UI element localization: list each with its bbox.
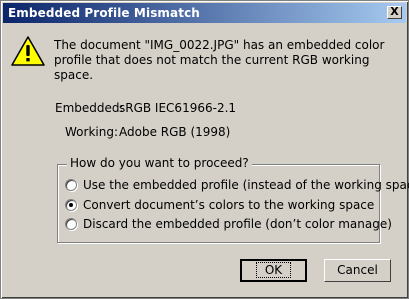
radio-discard[interactable] <box>65 218 77 230</box>
close-button[interactable]: X <box>387 6 402 19</box>
option-use-embedded[interactable]: Use the embedded profile (instead of the… <box>65 177 409 193</box>
mismatch-message: The document "IMG_0022.JPG" has an embed… <box>54 38 385 82</box>
option-convert-label: Convert document’s colors to the working… <box>83 198 375 212</box>
option-discard[interactable]: Discard the embedded profile (don’t colo… <box>65 216 392 232</box>
embedded-value: sRGB IEC61966-2.1 <box>119 101 237 115</box>
embedded-label: Embedded: <box>55 101 124 115</box>
ok-button[interactable]: OK <box>240 259 307 282</box>
option-use-embedded-label: Use the embedded profile (instead of the… <box>83 178 409 192</box>
warning-icon <box>11 36 45 66</box>
window-title: Embedded Profile Mismatch <box>8 6 200 20</box>
ok-button-label: OK <box>255 262 292 278</box>
cancel-button[interactable]: Cancel <box>324 259 391 282</box>
profile-mismatch-dialog: Embedded Profile Mismatch X The document… <box>0 0 409 299</box>
option-convert[interactable]: Convert document’s colors to the working… <box>65 197 374 213</box>
title-bar[interactable]: Embedded Profile Mismatch X <box>3 3 406 23</box>
option-discard-label: Discard the embedded profile (don’t colo… <box>83 217 392 231</box>
proceed-group-title: How do you want to proceed? <box>67 156 252 170</box>
working-value: Adobe RGB (1998) <box>119 125 231 139</box>
radio-convert[interactable] <box>65 199 77 211</box>
working-label: Working: <box>65 125 118 139</box>
radio-use-embedded[interactable] <box>65 179 77 191</box>
